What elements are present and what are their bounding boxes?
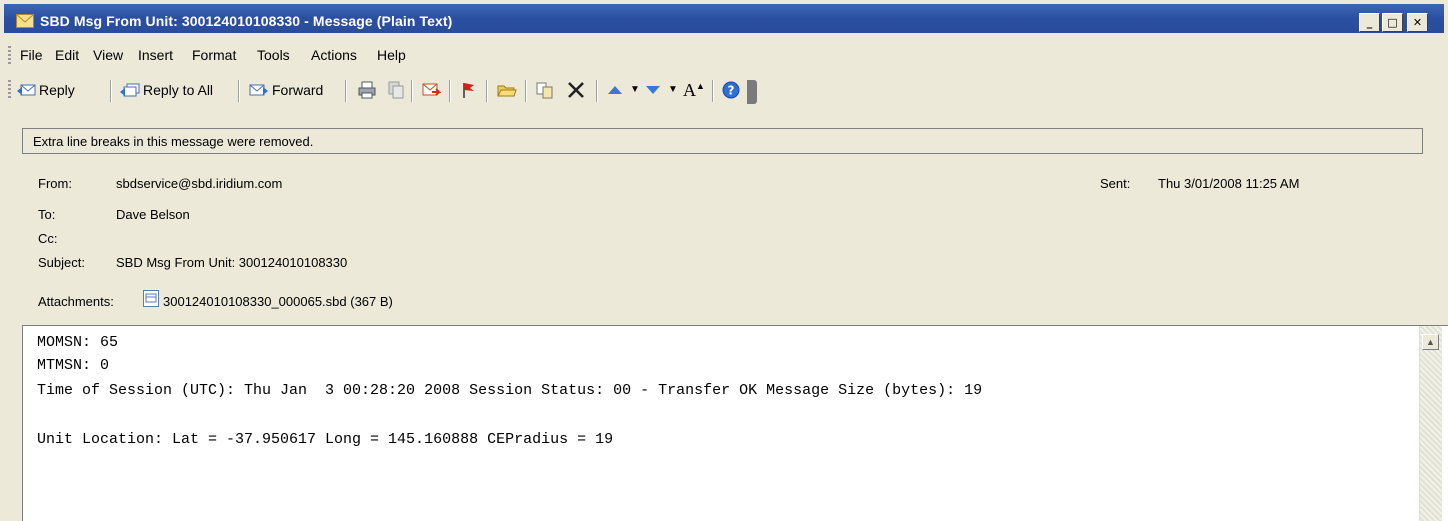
attachment-file-icon: [143, 290, 159, 307]
chevron-down-icon[interactable]: ▼: [630, 84, 640, 95]
attachments-label: Attachments:: [38, 294, 114, 309]
from-value[interactable]: sbdservice@sbd.iridium.com: [116, 176, 282, 191]
toolbar-separator: [486, 80, 488, 102]
open-folder-icon[interactable]: [497, 80, 517, 100]
attachment-file-link[interactable]: 300124010108330_000065.sbd (367 B): [163, 294, 393, 309]
minimize-button[interactable]: _: [1359, 13, 1380, 32]
sent-value: Thu 3/01/2008 11:25 AM: [1158, 176, 1300, 191]
toolbar-separator: [596, 80, 598, 102]
close-button[interactable]: ✕: [1407, 13, 1428, 32]
reply-all-label: Reply to All: [143, 82, 214, 98]
toolbar-options-handle[interactable]: [747, 80, 757, 104]
reply-all-button[interactable]: Reply to All: [120, 78, 213, 102]
move-to-folder-icon[interactable]: [421, 80, 441, 100]
body-line: Unit Location: Lat = -37.950617 Long = 1…: [37, 431, 614, 448]
toolbar-separator: [449, 80, 451, 102]
subject-value: SBD Msg From Unit: 300124010108330: [116, 255, 348, 270]
info-banner[interactable]: Extra line breaks in this message were r…: [22, 128, 1423, 154]
menu-bar: File Edit View Insert Format Tools Actio…: [0, 41, 1448, 70]
toolbar-separator: [345, 80, 347, 102]
forward-icon: [249, 84, 268, 96]
sent-label: Sent:: [1100, 176, 1131, 191]
menu-edit[interactable]: Edit: [55, 47, 79, 63]
follow-up-flag-icon[interactable]: [459, 80, 479, 100]
reply-icon: [17, 84, 36, 96]
window-controls: _ □ ✕: [1357, 13, 1428, 32]
reply-label: Reply: [39, 82, 75, 98]
body-line: Time of Session (UTC): Thu Jan 3 00:28:2…: [37, 382, 983, 399]
menu-help[interactable]: Help: [377, 47, 406, 63]
window-title: SBD Msg From Unit: 300124010108330 - Mes…: [40, 13, 453, 29]
menu-view[interactable]: View: [93, 47, 123, 63]
menu-grip-handle[interactable]: [8, 46, 11, 64]
forward-button[interactable]: Forward: [249, 78, 323, 102]
forward-label: Forward: [272, 82, 324, 98]
menu-tools[interactable]: Tools: [257, 47, 290, 63]
previous-item-icon[interactable]: [605, 80, 625, 100]
toolbar-separator: [110, 80, 112, 102]
chevron-down-icon[interactable]: ▼: [668, 84, 678, 95]
to-value[interactable]: Dave Belson: [116, 207, 190, 222]
menu-insert[interactable]: Insert: [138, 47, 173, 63]
menu-format[interactable]: Format: [192, 47, 236, 63]
from-label: From:: [38, 176, 72, 191]
maximize-button[interactable]: □: [1382, 13, 1403, 32]
font-size-icon: A: [683, 79, 696, 100]
reply-button[interactable]: Reply: [16, 78, 75, 102]
body-line: MTMSN: 0: [37, 357, 110, 374]
toolbar-separator: [712, 80, 714, 102]
toolbar-separator: [525, 80, 527, 102]
envelope-icon: [16, 14, 34, 28]
body-line: MOMSN: 65: [37, 334, 119, 351]
reply-all-icon: [120, 83, 140, 97]
toolbar-grip-handle[interactable]: [8, 80, 11, 98]
outlook-message-window: SBD Msg From Unit: 300124010108330 - Mes…: [0, 0, 1448, 521]
chevron-up-icon: ▲: [696, 81, 705, 91]
scroll-up-arrow-icon[interactable]: ▲: [1422, 334, 1439, 350]
print-icon[interactable]: [357, 80, 377, 100]
standard-toolbar: Reply Reply to All Forward ▼ ▼ A ▲ ?: [0, 70, 1448, 110]
menu-file[interactable]: File: [20, 47, 43, 63]
title-strip[interactable]: SBD Msg From Unit: 300124010108330 - Mes…: [4, 4, 1444, 33]
menu-actions[interactable]: Actions: [311, 47, 357, 63]
svg-text:?: ?: [728, 84, 735, 98]
font-size-button[interactable]: A ▲: [683, 78, 705, 102]
help-icon[interactable]: ?: [721, 80, 741, 100]
copy-icon[interactable]: [386, 80, 406, 100]
next-item-icon[interactable]: [643, 80, 663, 100]
toolbar-separator: [238, 80, 240, 102]
message-body[interactable]: MOMSN: 65 MTMSN: 0 Time of Session (UTC)…: [22, 325, 1448, 521]
toolbar-separator: [411, 80, 413, 102]
cc-label: Cc:: [38, 231, 58, 246]
vertical-scrollbar[interactable]: ▲: [1419, 326, 1442, 521]
subject-label: Subject:: [38, 255, 85, 270]
delete-icon[interactable]: [566, 80, 586, 100]
to-label: To:: [38, 207, 56, 222]
move-to-icon[interactable]: [535, 80, 555, 100]
title-bar: SBD Msg From Unit: 300124010108330 - Mes…: [0, 0, 1448, 38]
